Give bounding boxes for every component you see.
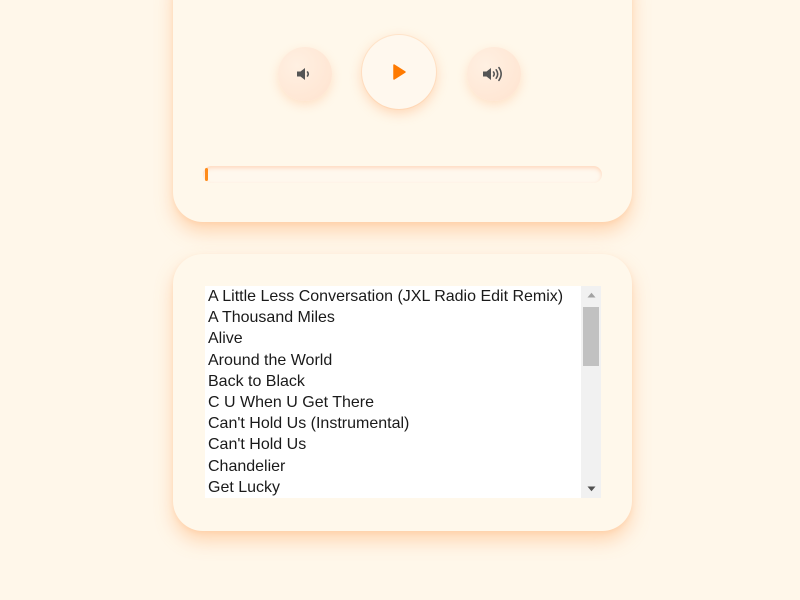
- player-card: [173, 0, 632, 222]
- progress-fill: [205, 168, 208, 181]
- playlist-items: A Little Less Conversation (JXL Radio Ed…: [205, 286, 581, 498]
- playlist-track[interactable]: Can't Hold Us: [205, 434, 581, 455]
- volume-down-icon: [296, 66, 314, 82]
- playlist-listbox[interactable]: A Little Less Conversation (JXL Radio Ed…: [205, 286, 601, 498]
- playlist-track[interactable]: Can't Hold Us (Instrumental): [205, 413, 581, 434]
- progress-bar[interactable]: [203, 166, 602, 183]
- play-button[interactable]: [362, 35, 436, 109]
- playlist-track[interactable]: A Little Less Conversation (JXL Radio Ed…: [205, 286, 581, 307]
- scroll-up-arrow-icon[interactable]: [581, 286, 601, 304]
- play-icon: [391, 63, 407, 81]
- app-stage: A Little Less Conversation (JXL Radio Ed…: [0, 0, 800, 600]
- volume-up-button[interactable]: [467, 47, 521, 101]
- scroll-thumb[interactable]: [583, 307, 599, 366]
- playlist-track[interactable]: Alive: [205, 328, 581, 349]
- volume-down-button[interactable]: [278, 47, 332, 101]
- playlist-card: A Little Less Conversation (JXL Radio Ed…: [173, 254, 632, 531]
- playlist-scrollbar[interactable]: [581, 286, 601, 498]
- volume-up-icon: [482, 65, 506, 83]
- playlist-track[interactable]: Chandelier: [205, 456, 581, 477]
- playlist-track[interactable]: C U When U Get There: [205, 392, 581, 413]
- playlist-track[interactable]: Get Lucky: [205, 477, 581, 498]
- playlist-track[interactable]: A Thousand Miles: [205, 307, 581, 328]
- scroll-down-arrow-icon[interactable]: [581, 480, 601, 498]
- playlist-track[interactable]: Back to Black: [205, 371, 581, 392]
- playlist-track[interactable]: Around the World: [205, 350, 581, 371]
